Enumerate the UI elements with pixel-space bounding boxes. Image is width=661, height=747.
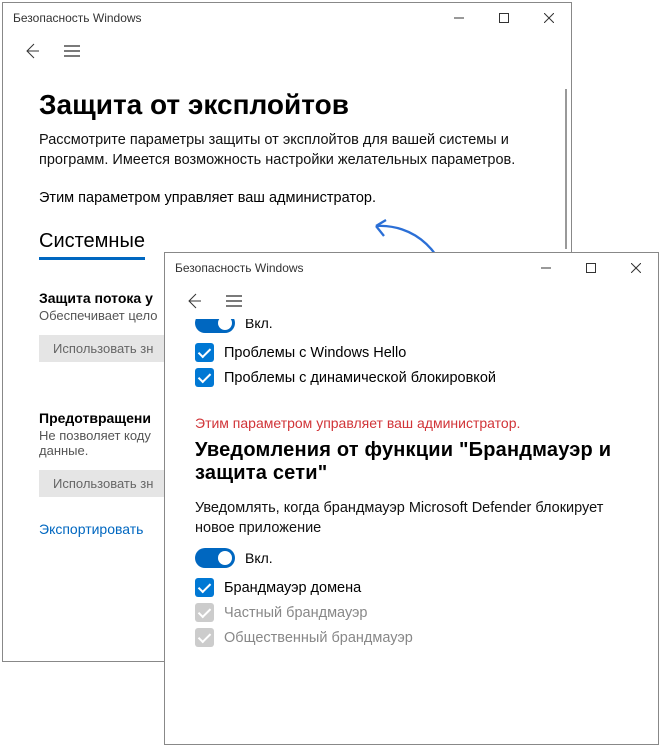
admin-note: Этим параметром управляет ваш администра… <box>39 190 535 206</box>
checkbox-private: Частный брандмауэр <box>195 603 628 622</box>
titlebar[interactable]: Безопасность Windows <box>3 3 571 33</box>
close-button[interactable] <box>613 253 658 283</box>
tab-system[interactable]: Системные <box>39 230 145 260</box>
checkbox-label: Проблемы с Windows Hello <box>224 345 406 361</box>
content-area: Вкл. Проблемы с Windows Hello Проблемы с… <box>165 319 658 744</box>
admin-note-red: Этим параметром управляет ваш администра… <box>195 415 628 431</box>
toggle-top[interactable] <box>195 319 235 333</box>
scrollbar[interactable] <box>565 89 567 249</box>
window-title: Безопасность Windows <box>175 261 304 275</box>
page-description: Рассмотрите параметры защиты от эксплойт… <box>39 131 535 170</box>
checkbox-hello[interactable]: Проблемы с Windows Hello <box>195 343 628 362</box>
checkbox-domain[interactable]: Брандмауэр домена <box>195 578 628 597</box>
checkbox-icon <box>195 368 214 387</box>
checkbox-icon <box>195 628 214 647</box>
minimize-button[interactable] <box>523 253 568 283</box>
toggle-row-notify: Вкл. <box>195 548 628 568</box>
checkbox-icon <box>195 603 214 622</box>
minimize-button[interactable] <box>436 3 481 33</box>
checkbox-dynlock[interactable]: Проблемы с динамической блокировкой <box>195 368 628 387</box>
toggle-row-top: Вкл. <box>195 319 628 333</box>
back-button[interactable] <box>179 293 209 309</box>
checkbox-public: Общественный брандмауэр <box>195 628 628 647</box>
toggle-notify-label: Вкл. <box>245 550 273 566</box>
checkbox-icon <box>195 343 214 362</box>
dropdown-dep[interactable]: Использовать зн <box>39 470 167 497</box>
window-controls <box>523 253 658 283</box>
toggle-top-label: Вкл. <box>245 319 273 331</box>
notify-description: Уведомлять, когда брандмауэр Microsoft D… <box>195 499 628 538</box>
toggle-notify[interactable] <box>195 548 235 568</box>
page-title: Защита от эксплойтов <box>39 89 535 121</box>
checkbox-icon <box>195 578 214 597</box>
menu-button[interactable] <box>219 294 249 308</box>
section-heading: Уведомления от функции "Брандмауэр и защ… <box>195 439 628 485</box>
checkbox-label: Общественный брандмауэр <box>224 630 413 646</box>
titlebar[interactable]: Безопасность Windows <box>165 253 658 283</box>
navbar <box>3 33 571 69</box>
window-notifications: Безопасность Windows Вкл. Проблемы с Win… <box>164 252 659 745</box>
window-controls <box>436 3 571 33</box>
navbar <box>165 283 658 319</box>
back-button[interactable] <box>17 43 47 59</box>
close-button[interactable] <box>526 3 571 33</box>
checkbox-label: Брандмауэр домена <box>224 580 361 596</box>
checkbox-label: Проблемы с динамической блокировкой <box>224 370 496 386</box>
window-title: Безопасность Windows <box>13 11 142 25</box>
dropdown-cfg[interactable]: Использовать зн <box>39 335 167 362</box>
maximize-button[interactable] <box>481 3 526 33</box>
checkbox-label: Частный брандмауэр <box>224 605 368 621</box>
menu-button[interactable] <box>57 44 87 58</box>
maximize-button[interactable] <box>568 253 613 283</box>
